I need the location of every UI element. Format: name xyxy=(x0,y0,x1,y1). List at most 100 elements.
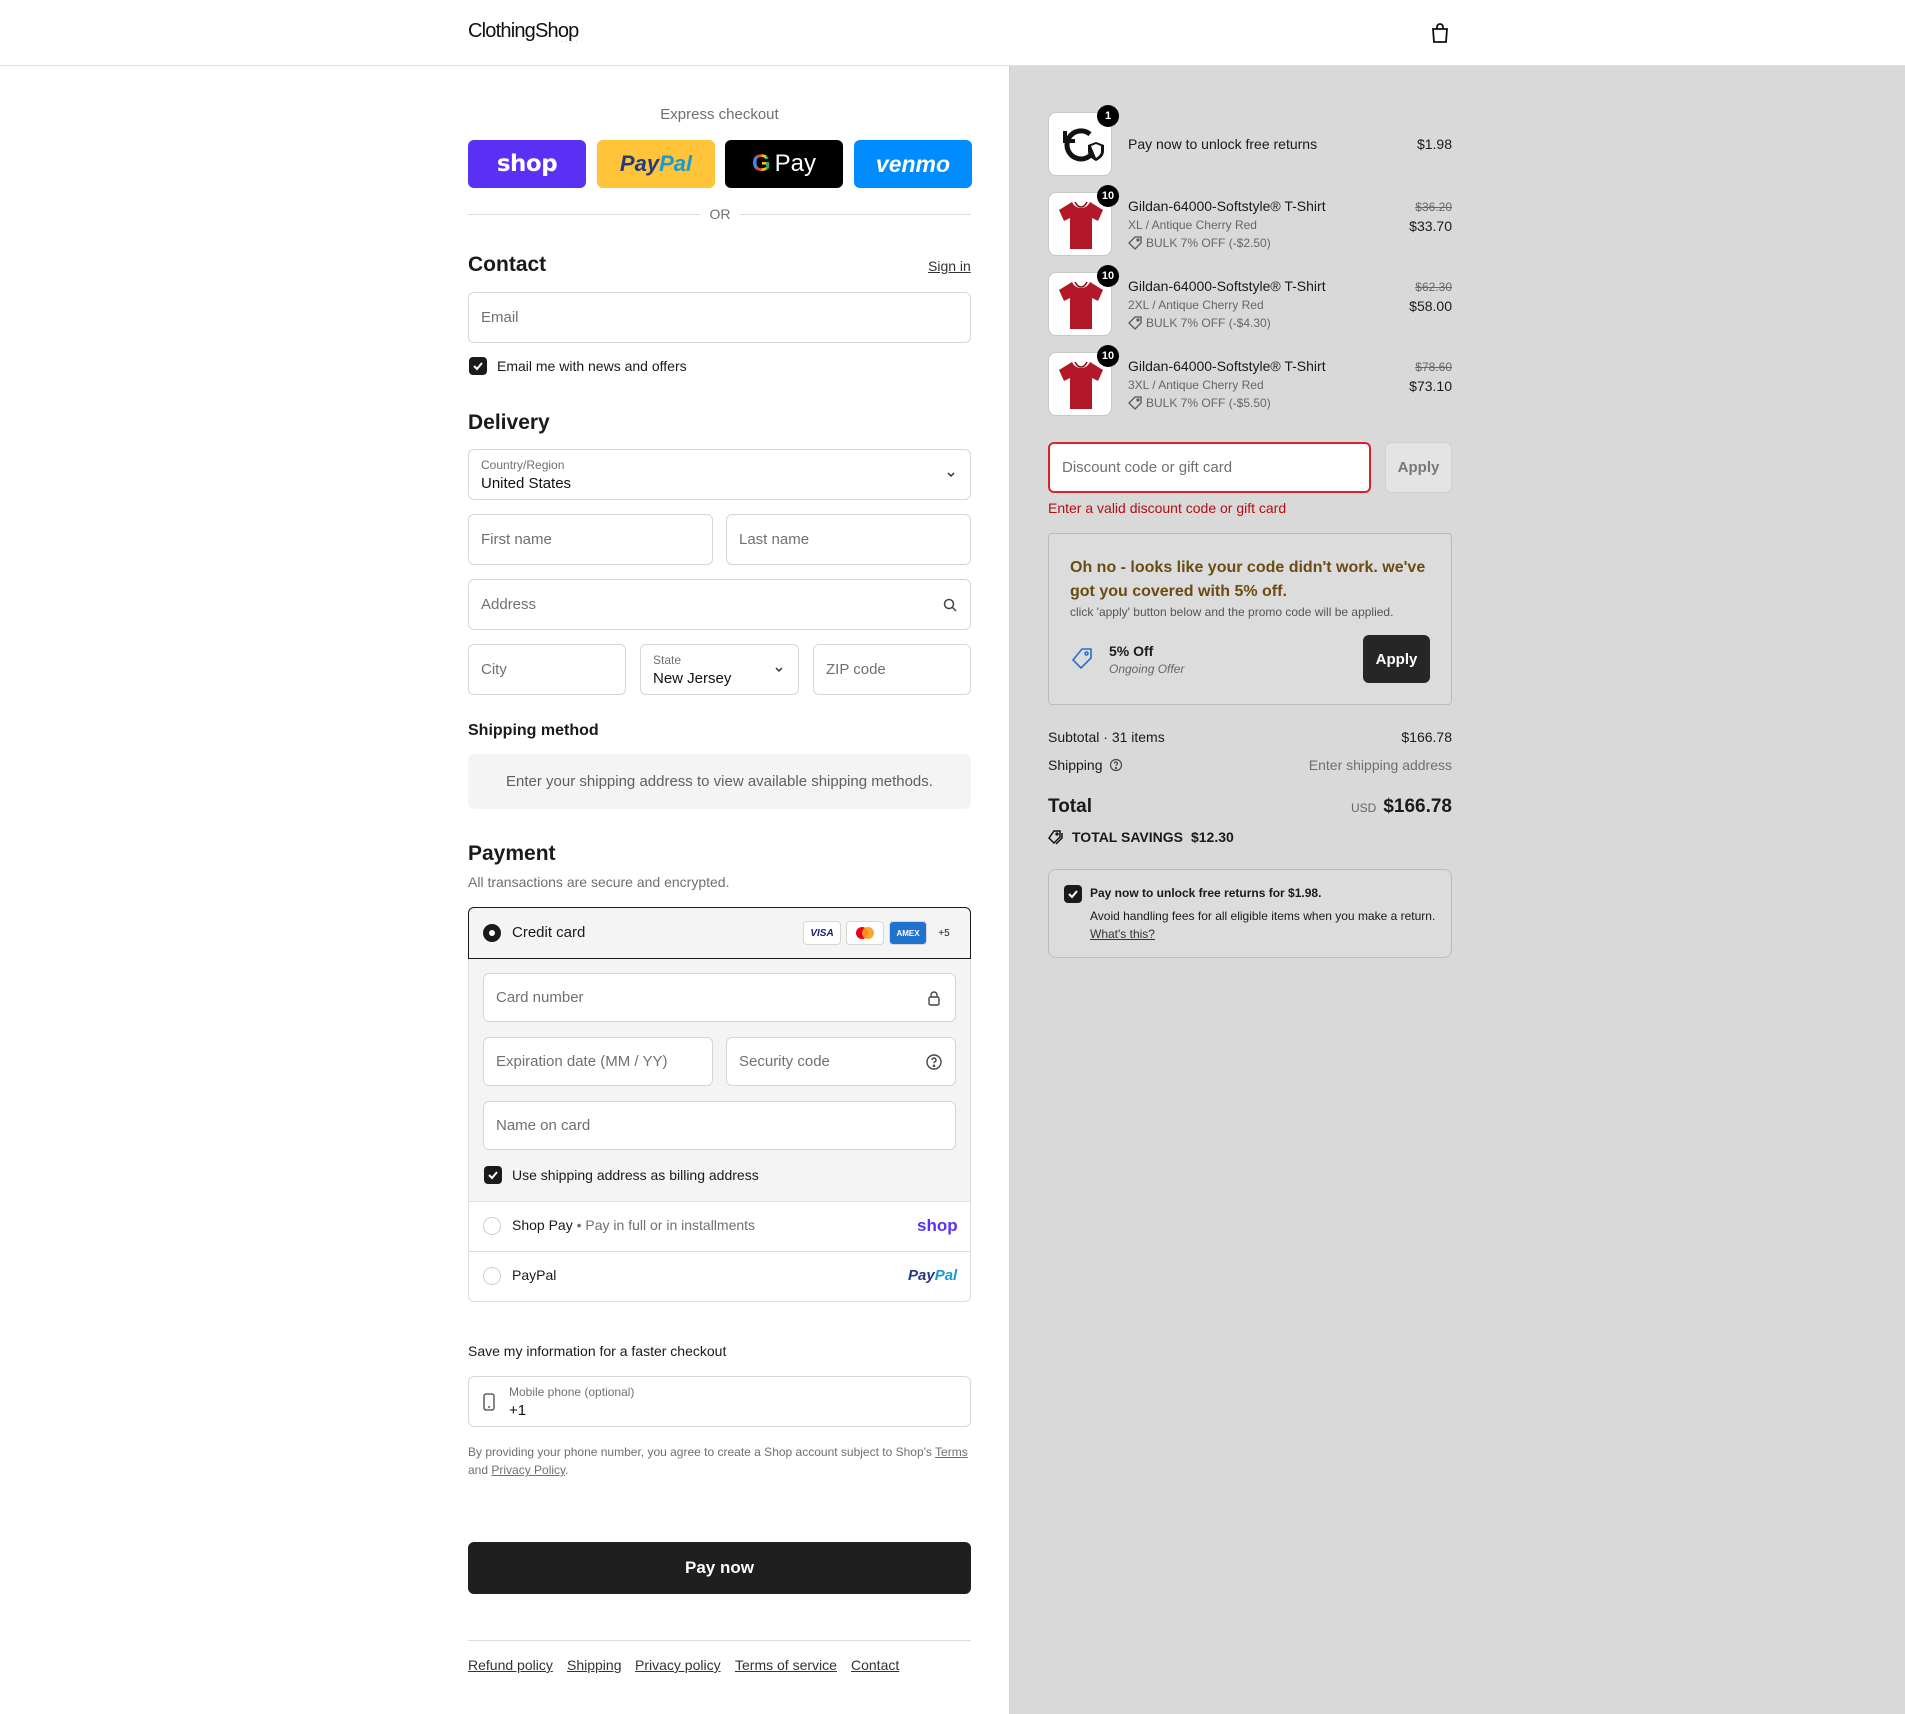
item-discount: BULK 7% OFF (-$4.30) xyxy=(1128,316,1271,330)
promo-offer-name: 5% Off xyxy=(1109,643,1154,659)
mobile-phone-field[interactable]: Mobile phone (optional) +1 xyxy=(468,1376,971,1427)
item-variant: XL / Antique Cherry Red xyxy=(1128,218,1257,232)
item-title: Gildan-64000-Softstyle® T-Shirt xyxy=(1128,278,1326,294)
name-on-card-field[interactable]: Name on card xyxy=(483,1101,956,1150)
footer-divider xyxy=(468,1640,971,1641)
tag-icon xyxy=(1128,316,1142,330)
shop-logo[interactable]: ClothingShop · · · · xyxy=(468,20,579,45)
check-icon xyxy=(488,1171,498,1180)
quantity-badge: 10 xyxy=(1097,265,1119,287)
discount-error-message: Enter a valid discount code or gift card xyxy=(1048,500,1287,516)
first-name-field[interactable]: First name xyxy=(468,514,713,565)
google-g-icon: G xyxy=(751,150,771,177)
promo-offer-sub: Ongoing Offer xyxy=(1109,662,1185,676)
address-field[interactable]: Address xyxy=(468,579,971,630)
discount-apply-button[interactable]: Apply xyxy=(1385,442,1452,493)
country-select[interactable]: Country/Region United States xyxy=(468,449,971,500)
shop-pay-express-button[interactable]: shop xyxy=(468,140,586,188)
venmo-express-button[interactable]: venmo xyxy=(854,140,972,188)
paypal-express-button[interactable]: Pay Pal xyxy=(597,140,715,188)
returns-item-title: Pay now to unlock free returns xyxy=(1128,136,1318,152)
total-savings: TOTAL SAVINGS $12.30 xyxy=(1048,829,1234,845)
check-icon xyxy=(473,362,483,371)
free-returns-checkbox[interactable] xyxy=(1064,885,1082,903)
contact-title: Contact xyxy=(468,253,547,276)
save-info-title: Save my information for a faster checkou… xyxy=(468,1343,727,1359)
billing-same-label: Use shipping address as billing address xyxy=(512,1167,759,1183)
help-circle-icon[interactable] xyxy=(1109,758,1123,772)
total-value: USD $166.78 xyxy=(1350,796,1452,817)
news-checkbox[interactable] xyxy=(469,357,487,375)
delivery-title: Delivery xyxy=(468,411,550,434)
express-checkout-title: Express checkout xyxy=(660,106,779,123)
help-circle-icon[interactable] xyxy=(925,1053,943,1071)
item-variant: 2XL / Antique Cherry Red xyxy=(1128,298,1264,312)
shipping-method-message: Enter your shipping address to view avai… xyxy=(468,754,971,809)
sign-in-link[interactable]: Sign in xyxy=(928,258,971,274)
or-label: OR xyxy=(700,206,740,222)
shipping-method-title: Shipping method xyxy=(468,722,599,739)
security-code-field[interactable]: Security code xyxy=(726,1037,956,1086)
item-title: Gildan-64000-Softstyle® T-Shirt xyxy=(1128,198,1326,214)
shipping-summary-label: Shipping xyxy=(1048,757,1123,773)
state-select[interactable]: State New Jersey xyxy=(640,644,799,695)
item-discount: BULK 7% OFF (-$2.50) xyxy=(1128,236,1271,250)
terms-of-service-link[interactable]: Terms of service xyxy=(735,1657,837,1673)
billing-same-checkbox[interactable] xyxy=(484,1166,502,1184)
contact-link[interactable]: Contact xyxy=(851,1657,899,1673)
last-name-field[interactable]: Last name xyxy=(726,514,971,565)
payment-title: Payment xyxy=(468,842,556,865)
privacy-policy-footer-link[interactable]: Privacy policy xyxy=(635,1657,721,1673)
item-discount: BULK 7% OFF (-$5.50) xyxy=(1128,396,1271,410)
discount-code-input[interactable]: Discount code or gift card xyxy=(1048,442,1371,493)
chevron-down-icon xyxy=(947,472,955,478)
shop-pay-option[interactable]: Shop Pay • Pay in full or in installment… xyxy=(512,1217,755,1233)
expiry-field[interactable]: Expiration date (MM / YY) xyxy=(483,1037,713,1086)
header: ClothingShop · · · · xyxy=(0,0,1905,66)
free-returns-box: Pay now to unlock free returns for $1.98… xyxy=(1048,869,1452,958)
shipping-policy-link[interactable]: Shipping xyxy=(567,1657,622,1673)
google-pay-express-button[interactable]: G Pay xyxy=(725,140,843,188)
promo-apply-button[interactable]: Apply xyxy=(1363,635,1430,683)
quantity-badge: 10 xyxy=(1097,185,1119,207)
tshirt-icon xyxy=(1059,361,1103,409)
email-field[interactable]: Email xyxy=(468,292,971,343)
returns-item-price: $1.98 xyxy=(1416,136,1452,152)
zip-field[interactable]: ZIP code xyxy=(813,644,971,695)
whats-this-link[interactable]: What's this? xyxy=(1090,927,1155,941)
shop-pay-logo: shop xyxy=(917,1216,958,1235)
product-thumbnail: 10 xyxy=(1048,345,1119,416)
pay-now-button[interactable]: Pay now xyxy=(468,1542,971,1594)
mastercard-icon xyxy=(846,921,884,945)
credit-card-radio[interactable] xyxy=(483,924,501,942)
city-field[interactable]: City xyxy=(468,644,626,695)
card-number-field[interactable]: Card number xyxy=(483,973,956,1022)
paypal-radio[interactable] xyxy=(483,1267,501,1285)
returns-item-thumbnail: 1 xyxy=(1048,105,1119,176)
mobile-phone-icon xyxy=(483,1393,495,1411)
tag-icon xyxy=(1128,396,1142,410)
total-label: Total xyxy=(1048,796,1092,817)
visa-icon: VISA xyxy=(803,921,841,945)
credit-card-label: Credit card xyxy=(512,924,586,941)
tag-icon xyxy=(1071,648,1092,670)
item-original-price: $62.30 xyxy=(1415,280,1452,294)
quantity-badge: 1 xyxy=(1097,105,1119,127)
item-price: $33.70 xyxy=(1409,218,1452,234)
tshirt-icon xyxy=(1059,281,1103,329)
refund-policy-link[interactable]: Refund policy xyxy=(468,1657,553,1673)
shopping-bag-icon[interactable] xyxy=(1428,21,1452,45)
item-original-price: $78.60 xyxy=(1415,360,1452,374)
paypal-option-label[interactable]: PayPal xyxy=(512,1267,556,1283)
shipping-summary-value: Enter shipping address xyxy=(1308,757,1452,773)
terms-link[interactable]: Terms xyxy=(935,1445,968,1459)
divider xyxy=(469,1201,970,1202)
more-cards-badge: +5 xyxy=(938,927,950,939)
subtotal-label: Subtotal · 31 items xyxy=(1048,729,1165,745)
product-thumbnail: 10 xyxy=(1048,185,1119,256)
shop-pay-radio[interactable] xyxy=(483,1217,501,1235)
privacy-policy-link[interactable]: Privacy Policy xyxy=(491,1463,565,1477)
check-icon xyxy=(1068,890,1078,899)
free-returns-desc: Avoid handling fees for all eligible ite… xyxy=(1090,909,1436,923)
item-original-price: $36.20 xyxy=(1415,200,1452,214)
